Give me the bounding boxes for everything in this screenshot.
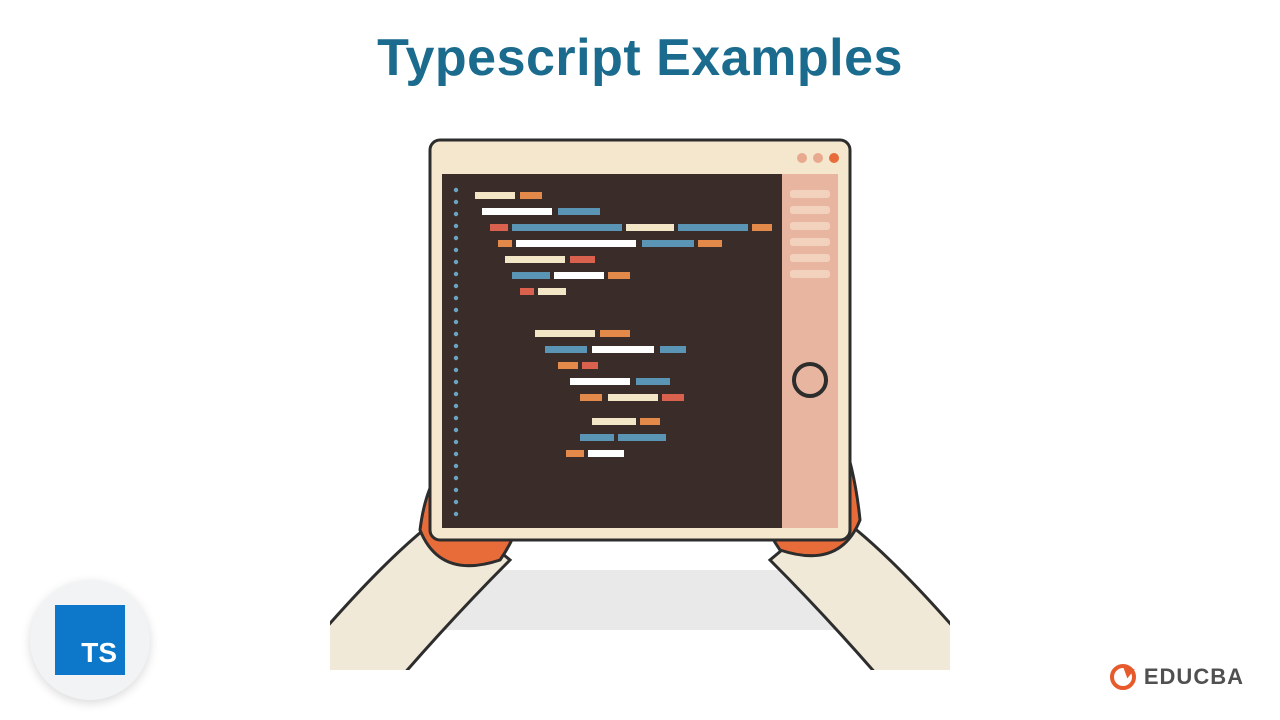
page-title: Typescript Examples — [0, 28, 1280, 88]
side-line — [790, 238, 830, 246]
side-line — [790, 190, 830, 198]
side-line — [790, 222, 830, 230]
window-dot-2 — [813, 153, 823, 163]
tablet-illustration — [330, 130, 950, 670]
side-line — [790, 270, 830, 278]
brand-mark-icon — [1110, 664, 1136, 690]
side-line — [790, 254, 830, 262]
window-dot-3 — [829, 153, 839, 163]
illustration — [330, 130, 950, 670]
side-line — [790, 206, 830, 214]
ts-logo-tile: TS — [55, 605, 125, 675]
ts-logo-text: TS — [81, 637, 117, 669]
ts-badge: TS — [30, 580, 150, 700]
brand-text: EDUCBA — [1144, 664, 1244, 690]
window-dot-1 — [797, 153, 807, 163]
brand-logo: EDUCBA — [1110, 664, 1244, 690]
